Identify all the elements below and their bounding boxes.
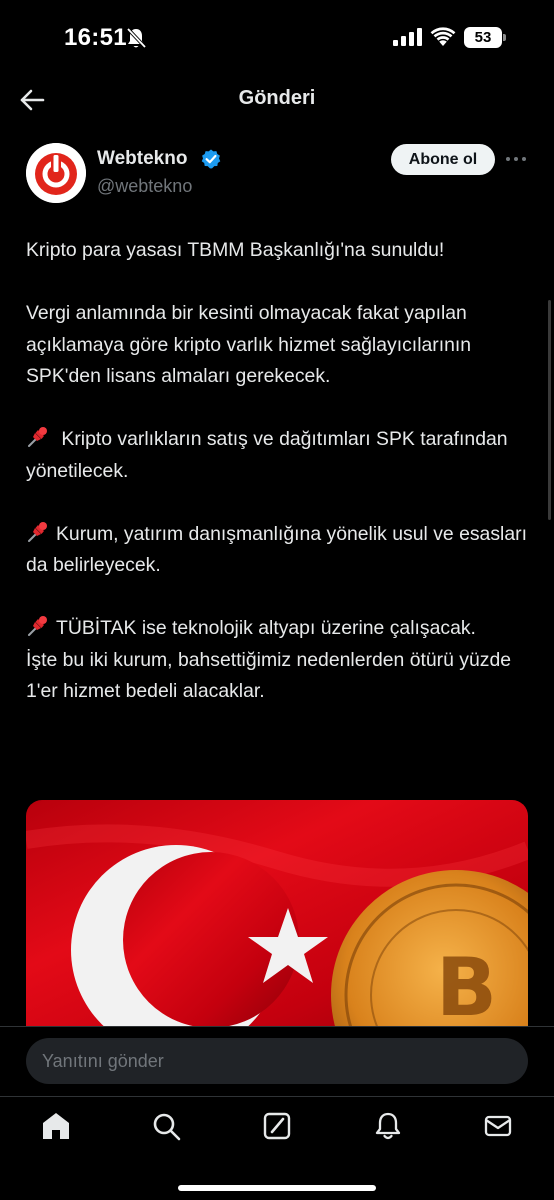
- post-paragraph: İşte bu iki kurum, bahsettiğimiz nedenle…: [26, 648, 512, 703]
- post-paragraph-pin: Kurum, yatırım danışmanlığına yönelik us…: [26, 521, 527, 576]
- home-indicator: [178, 1185, 376, 1191]
- author-handle[interactable]: @webtekno: [97, 176, 192, 197]
- top-bar: Gönderi: [0, 76, 554, 124]
- svg-text:B: B: [436, 941, 497, 1034]
- signal-icon: [393, 28, 422, 46]
- pushpin-icon: [28, 427, 47, 447]
- scrollbar[interactable]: [548, 300, 551, 520]
- battery-icon: 53: [464, 27, 506, 48]
- status-time: 16:51: [64, 24, 127, 51]
- reply-bar: [0, 1026, 554, 1096]
- avatar[interactable]: [26, 143, 86, 203]
- page-title: Gönderi: [238, 87, 316, 109]
- post-paragraph-pin: TÜBİTAK ise teknolojik altyapı üzerine ç…: [26, 613, 534, 645]
- home-icon[interactable]: [41, 1111, 71, 1141]
- status-bar: 16:51 53: [0, 0, 554, 76]
- bell-off-icon: [126, 27, 146, 49]
- bottom-nav: [0, 1096, 554, 1200]
- author-name[interactable]: Webtekno: [97, 148, 187, 170]
- post-paragraph: Vergi anlamında bir kesinti olmayacak fa…: [26, 302, 472, 387]
- pushpin-icon: [28, 521, 47, 542]
- pushpin-icon: [28, 616, 47, 636]
- wifi-icon: [430, 27, 456, 46]
- post-paragraph-pin: Kripto varlıkların satış ve dağıtımları …: [26, 427, 508, 482]
- follow-button[interactable]: Abone ol: [391, 144, 495, 175]
- battery-level: 53: [474, 29, 492, 46]
- more-options-icon[interactable]: [505, 151, 527, 167]
- grok-icon[interactable]: [262, 1111, 292, 1141]
- reply-input[interactable]: [26, 1038, 528, 1084]
- notifications-icon[interactable]: [373, 1111, 403, 1141]
- turkish-flag-bitcoin-image[interactable]: B: [26, 800, 528, 1040]
- search-icon[interactable]: [151, 1111, 181, 1141]
- post-text: Kripto para yasası TBMM Başkanlığı'na su…: [26, 235, 534, 708]
- verified-badge-icon: [201, 149, 221, 169]
- screen: 16:51 53 Gönderi Webtekno @webtekno Abon…: [0, 0, 554, 1200]
- messages-icon[interactable]: [483, 1111, 513, 1141]
- post-paragraph: Kripto para yasası TBMM Başkanlığı'na su…: [26, 239, 445, 261]
